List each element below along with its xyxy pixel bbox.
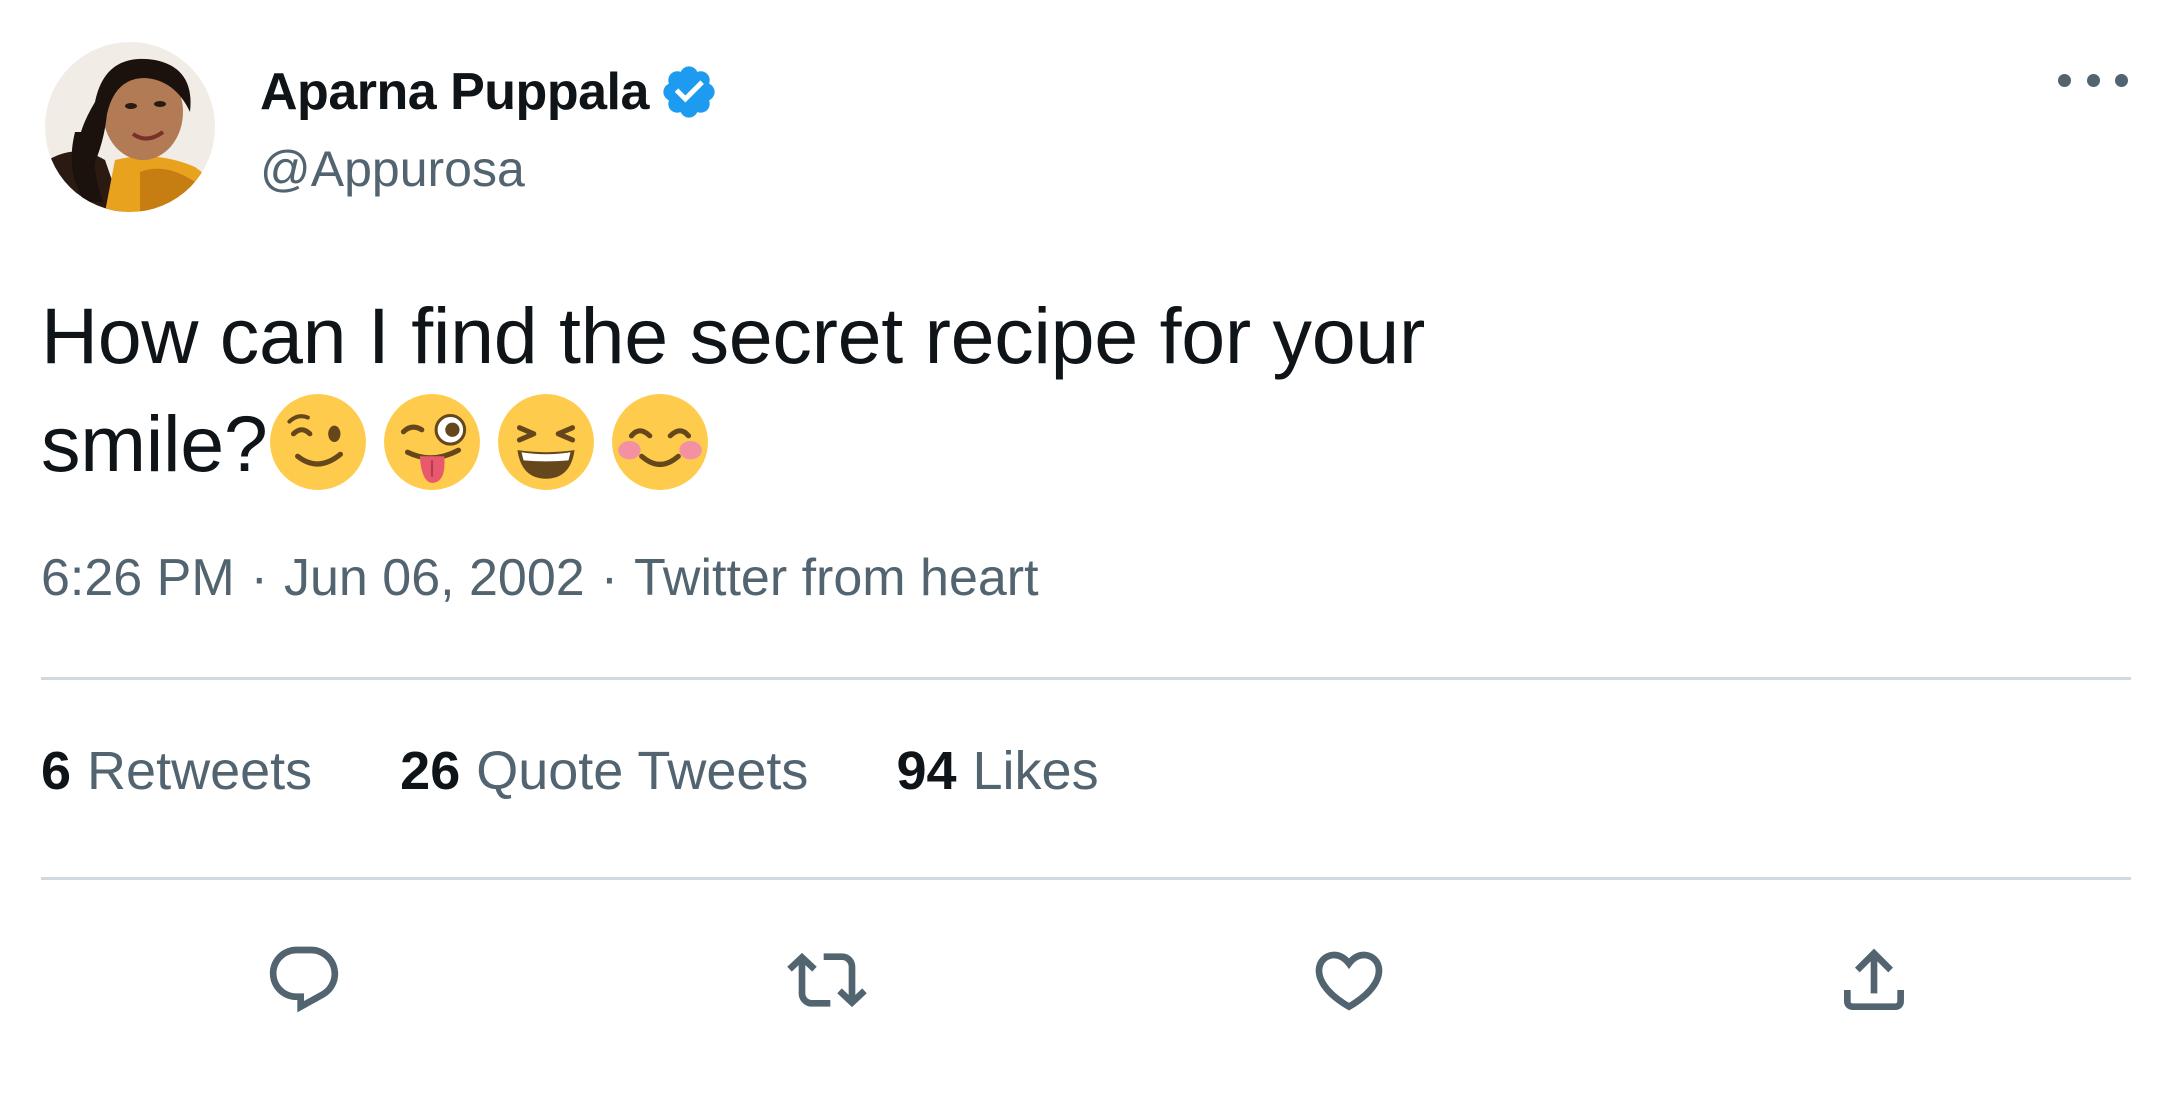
retweets-label: Retweets <box>87 741 313 801</box>
like-icon <box>1315 951 1383 1011</box>
meta-separator: · <box>600 549 619 607</box>
winking-face-emoji-icon <box>267 391 369 493</box>
action-bar <box>0 930 2160 1030</box>
quote-tweets-label: Quote Tweets <box>476 741 809 801</box>
engagement-stats: 6 Retweets 26 Quote Tweets 94 Likes <box>41 740 1187 802</box>
likes-stat[interactable]: 94 Likes <box>896 740 1098 802</box>
more-dot <box>2115 73 2128 87</box>
retweet-icon <box>787 952 867 1008</box>
emoji-group <box>267 394 711 490</box>
grinning-squinting-face-emoji-icon <box>495 391 597 493</box>
quote-tweets-stat[interactable]: 26 Quote Tweets <box>400 740 808 802</box>
tweet-meta: 6:26 PM · Jun 06, 2002 · Twitter from he… <box>41 548 1039 608</box>
display-name[interactable]: Aparna Puppala <box>260 62 649 122</box>
tweet-text: How can I find the secret recipe for you… <box>41 282 1661 498</box>
tweet-time[interactable]: 6:26 PM <box>41 548 235 608</box>
more-dot <box>2086 73 2100 87</box>
smiling-face-with-smiling-eyes-emoji-icon <box>609 391 711 493</box>
meta-separator: · <box>250 549 268 607</box>
like-button[interactable] <box>1299 930 1399 1030</box>
tweet-source[interactable]: Twitter from heart <box>634 548 1039 608</box>
more-options-icon[interactable] <box>2058 60 2128 100</box>
reply-icon <box>269 946 339 1013</box>
retweets-count: 6 <box>41 741 72 801</box>
tweet-card: Aparna Puppala @Appurosa How can I find … <box>0 0 2160 1094</box>
name-row: Aparna Puppala <box>260 56 719 128</box>
more-dot <box>2058 73 2071 87</box>
share-icon <box>1844 948 1904 1010</box>
reply-button[interactable] <box>254 930 354 1030</box>
avatar[interactable] <box>45 42 215 212</box>
retweets-stat[interactable]: 6 Retweets <box>41 740 312 802</box>
likes-label: Likes <box>972 741 1099 801</box>
retweet-button[interactable] <box>777 930 877 1030</box>
verified-badge-icon <box>659 62 719 122</box>
avatar-image <box>45 42 215 212</box>
quote-tweets-count: 26 <box>400 741 461 801</box>
divider <box>41 677 2131 680</box>
share-button[interactable] <box>1824 930 1924 1030</box>
tweet-body: How can I find the secret recipe for you… <box>41 291 1426 488</box>
winking-face-with-tongue-emoji-icon <box>381 391 483 493</box>
divider <box>41 877 2131 880</box>
user-handle[interactable]: @Appurosa <box>260 140 525 198</box>
likes-count: 94 <box>896 741 957 801</box>
tweet-date[interactable]: Jun 06, 2002 <box>284 548 585 608</box>
